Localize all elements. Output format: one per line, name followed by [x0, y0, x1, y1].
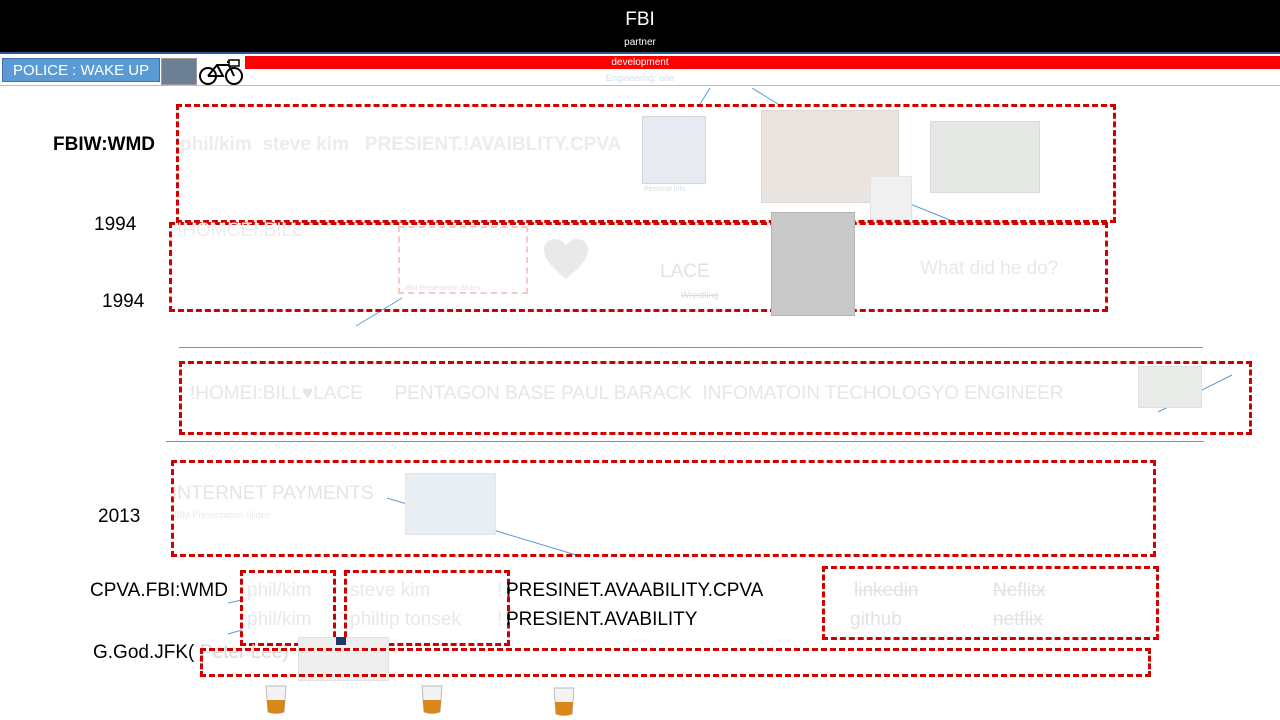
presinet-availability-cpva: PRESINET.AVAABILITY.CPVA: [506, 580, 764, 601]
phil-kim-1: phil/kim: [247, 580, 312, 601]
presient-availability: PRESIENT.AVABILITY: [506, 609, 698, 630]
netflix-link[interactable]: netflix: [993, 609, 1043, 631]
whiskey-glass-icon-2: [421, 685, 443, 714]
whiskey-glass-icon-3: [553, 687, 575, 716]
selection-box-row4: [171, 460, 1156, 557]
profile-card-caption: Personal Info: [644, 186, 686, 193]
cpva-fbi-wmd-label: CPVA.FBI:WMD: [90, 580, 228, 601]
profile-card: [642, 116, 706, 184]
wrestling-label: Wrestling: [681, 290, 719, 300]
section-divider-top: [179, 347, 1203, 348]
phil-kim-2: phil/kim: [247, 609, 312, 630]
year-1994-top: 1994: [94, 214, 137, 235]
meeting-image: [930, 121, 1040, 193]
faint-image-caption: IBM Presentation Slides: [405, 285, 480, 292]
philtip-tonsek: philtip tonsek: [350, 609, 461, 630]
fbiw-wmd-label: FBIW:WMD: [53, 134, 156, 155]
heart-icon: [544, 239, 588, 279]
whiskey-glass-icon-1: [265, 685, 287, 714]
pentagon-faint-text: !HOMEI:BILL♥LACE PENTAGON BASE PAUL BARA…: [190, 383, 1064, 404]
year-2013: 2013: [98, 506, 141, 527]
dark-marker: [336, 637, 346, 645]
pentagon-image: [1138, 366, 1202, 408]
internet-payments-subtitle: IBM Presentation Slides: [174, 510, 271, 520]
faint-image-frame: [398, 226, 528, 294]
lace-label: LACE: [660, 261, 710, 282]
steve-kim: steve kim: [350, 580, 431, 601]
neflitx-link[interactable]: Neflitx: [993, 580, 1046, 602]
row1-faint-text: phil/kim steve kim PRESIENT.!AVAIBLITY.C…: [180, 134, 622, 155]
section-divider-bottom: [166, 441, 1204, 442]
god-jfk-label: G.God.JFK(: [93, 642, 195, 663]
year-1994-bottom: 1994: [102, 291, 145, 312]
small-image: [870, 176, 912, 220]
selection-box-row6: [200, 648, 1151, 677]
exclamation-2: !: [497, 609, 503, 630]
github-link[interactable]: github: [850, 609, 902, 631]
what-did-he-do-label: What did he do?: [920, 258, 1059, 279]
presentation-image: [405, 473, 496, 535]
linkedin-link[interactable]: linkedin: [854, 580, 918, 602]
wrestler-photo: [771, 212, 855, 316]
exclamation-1: !: [497, 580, 503, 601]
homcei-bill-label: !HOMCEI:BILL: [177, 220, 303, 241]
internet-payments-title: INTERNET PAYMENTS: [172, 483, 374, 504]
